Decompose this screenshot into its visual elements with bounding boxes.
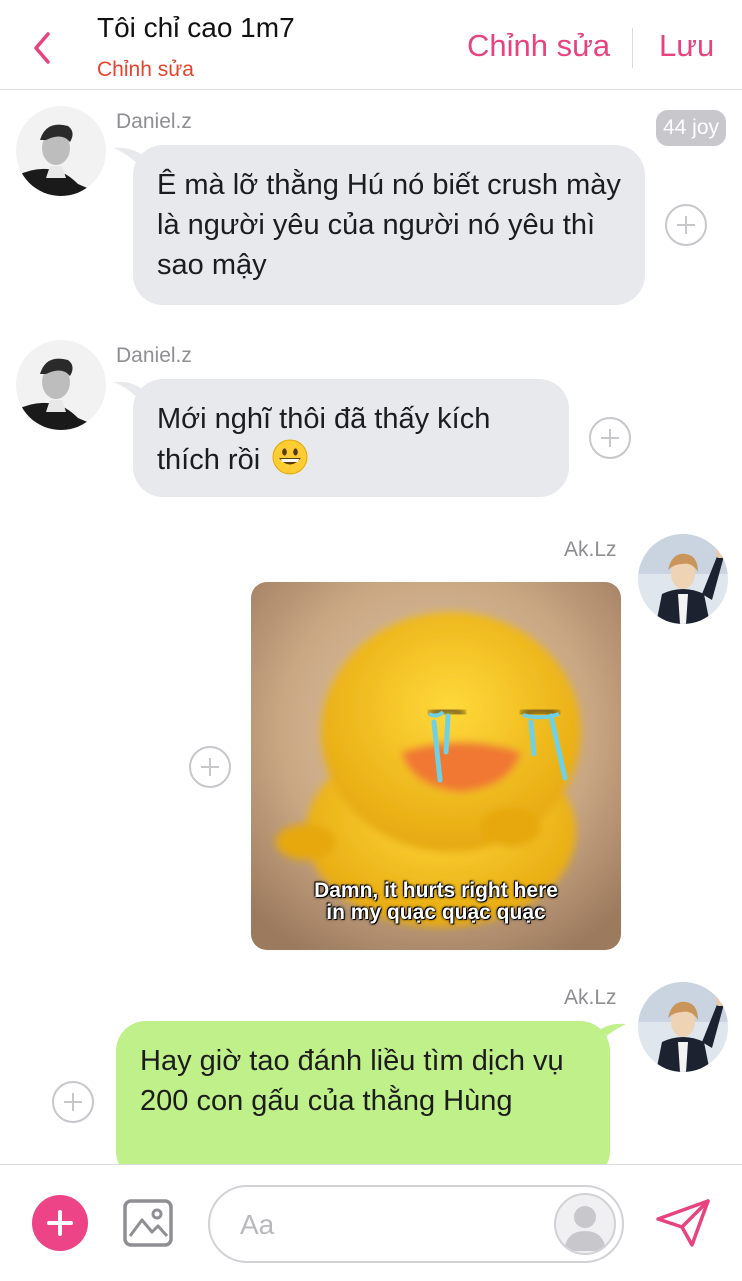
avatar-icon[interactable] (554, 1193, 616, 1255)
plus-icon[interactable] (32, 1195, 88, 1251)
sticker-caption: Damn, it hurts right here (314, 879, 558, 902)
sender-avatar[interactable] (638, 982, 728, 1072)
sender-name: Ak.Lz (564, 986, 617, 1009)
message-input[interactable]: Aa (208, 1185, 624, 1263)
message-bubble[interactable]: Hay giờ tao đánh liều tìm dịch vụ 200 co… (116, 1021, 610, 1181)
add-reaction-icon[interactable] (189, 746, 231, 788)
edit-button[interactable]: Chỉnh sửa (467, 28, 610, 64)
add-reaction-icon[interactable] (52, 1081, 94, 1123)
grinning-face-emoji-icon (272, 439, 308, 475)
message-input-placeholder: Aa (240, 1209, 275, 1240)
sticker-caption: in my quạc quạc quạc (326, 901, 546, 924)
save-button[interactable]: Lưu (659, 28, 714, 64)
sender-avatar[interactable] (16, 340, 106, 430)
sender-name: Daniel.z (116, 344, 192, 367)
message-bubble[interactable]: Mới nghĩ thôi đã thấy kích thích rồi (133, 379, 569, 497)
message-text: Hay giờ tao đánh liều tìm dịch vụ 200 co… (140, 1045, 564, 1117)
header-divider (632, 28, 633, 68)
conversation-title: Tôi chỉ cao 1m7 (97, 12, 295, 43)
crying-duck-sticker[interactable]: Damn, it hurts right here in my quạc quạ… (251, 582, 621, 950)
image-icon[interactable] (122, 1198, 174, 1248)
back-chevron-icon[interactable] (28, 28, 60, 68)
sender-avatar[interactable] (16, 106, 106, 196)
add-reaction-icon[interactable] (665, 204, 707, 246)
reaction-count-badge[interactable]: 44 joy (656, 110, 726, 146)
sender-name: Daniel.z (116, 110, 192, 133)
conversation-subtitle[interactable]: Chỉnh sửa (97, 58, 194, 82)
message-bubble[interactable]: Ê mà lỡ thằng Hú nó biết crush mày là ng… (133, 145, 645, 305)
message-composer: Aa (0, 1164, 742, 1281)
chat-header: Tôi chỉ cao 1m7 Chỉnh sửa Chỉnh sửa Lưu (0, 0, 742, 90)
message-text: Ê mà lỡ thằng Hú nó biết crush mày là ng… (157, 169, 621, 281)
add-reaction-icon[interactable] (589, 417, 631, 459)
send-icon[interactable] (654, 1197, 712, 1249)
sender-avatar[interactable] (638, 534, 728, 624)
message-text: Mới nghĩ thôi đã thấy kích thích rồi (157, 403, 491, 476)
sender-name: Ak.Lz (564, 538, 617, 561)
